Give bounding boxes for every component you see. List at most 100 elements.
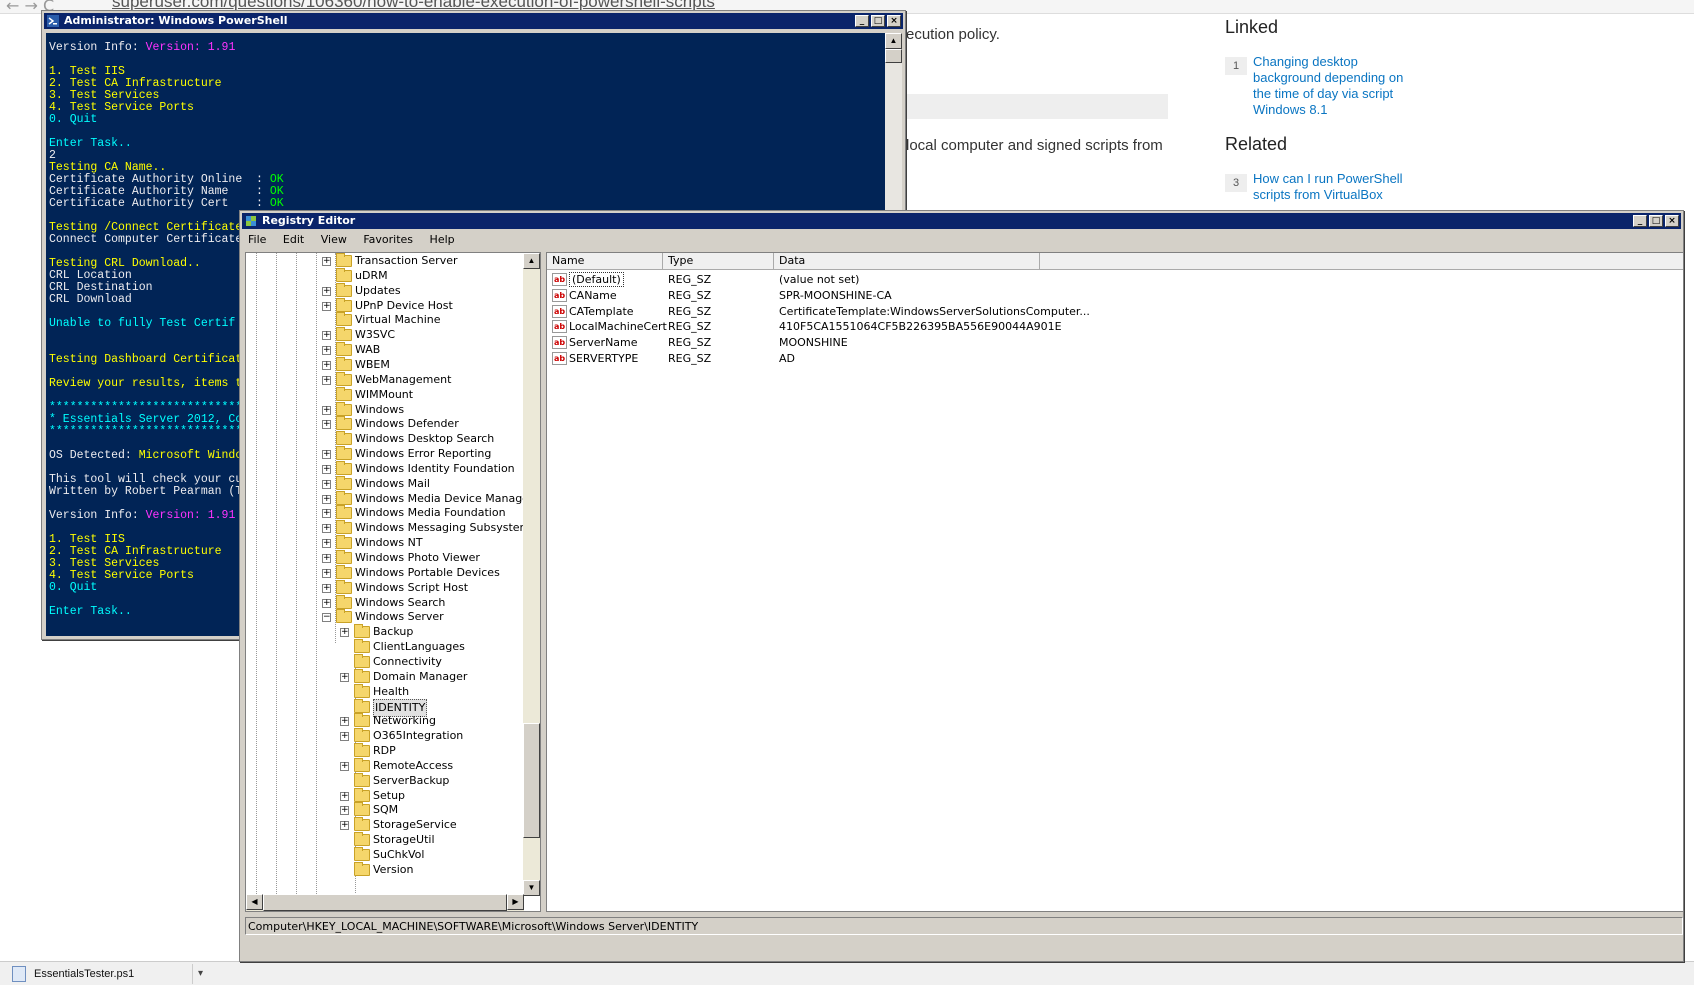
tree-node-label: WebManagement — [355, 372, 452, 386]
value-data: 410F5CA1551064CF5B226395BA556E90044A901E — [779, 320, 1062, 334]
tree-horizontal-scrollbar[interactable]: ◀ ▶ — [246, 894, 524, 911]
registry-value-row[interactable]: ab (Default) REG_SZ (value not set) — [547, 272, 1683, 288]
expand-icon[interactable]: + — [322, 331, 331, 341]
console-text: Review your results, items t — [49, 377, 243, 390]
menu-favorites[interactable]: Favorites — [363, 233, 413, 246]
expand-icon[interactable]: + — [322, 509, 331, 519]
tree-node-label: Windows Search — [355, 595, 446, 609]
scroll-left-button[interactable]: ◀ — [246, 894, 263, 910]
expand-icon[interactable]: + — [322, 554, 331, 563]
value-type: REG_SZ — [668, 320, 712, 334]
folder-icon — [336, 431, 352, 446]
tree-node-label: WIMMount — [355, 387, 414, 401]
download-item[interactable]: EssentialsTester.ps1 ▾ — [12, 964, 204, 984]
expand-icon[interactable]: + — [322, 494, 331, 504]
registry-value-row[interactable]: ab CATemplate REG_SZ CertificateTemplate:Wi… — [547, 304, 1683, 320]
expand-icon[interactable]: + — [340, 761, 349, 771]
expand-icon[interactable]: + — [322, 420, 331, 430]
tree-vertical-scrollbar[interactable]: ▲ ▼ — [523, 253, 540, 896]
value-name: CATemplate — [569, 304, 634, 318]
string-value-icon: ab — [552, 304, 567, 318]
registry-editor-window[interactable]: Registry Editor _ □ × File Edit View Fav… — [239, 210, 1684, 962]
scroll-up-button[interactable]: ▲ — [885, 33, 902, 49]
expand-icon[interactable]: + — [340, 806, 349, 816]
chevron-down-icon[interactable]: ▾ — [192, 964, 203, 984]
tree-node-label: Windows Media Device Manager — [355, 491, 534, 505]
expand-icon[interactable]: + — [322, 479, 331, 489]
column-header-data[interactable]: Data — [774, 253, 1040, 270]
expand-icon[interactable]: + — [322, 539, 331, 549]
scroll-down-button[interactable]: ▼ — [523, 880, 540, 896]
expand-icon[interactable]: + — [340, 732, 349, 742]
expand-icon[interactable]: + — [322, 375, 331, 385]
tree-node-label: Windows Desktop Search — [355, 432, 495, 446]
maximize-button[interactable]: □ — [1649, 215, 1663, 227]
menu-help[interactable]: Help — [430, 233, 455, 246]
scroll-right-button[interactable]: ▶ — [507, 894, 524, 910]
registry-titlebar[interactable]: Registry Editor _ □ × — [242, 213, 1681, 229]
value-type: REG_SZ — [668, 304, 712, 318]
expand-icon[interactable]: + — [322, 524, 331, 534]
tree-node-label: StorageUtil — [373, 833, 435, 847]
console-line: Enter Task.. — [49, 138, 886, 150]
expand-icon[interactable]: + — [322, 301, 331, 311]
linked-question-link[interactable]: Changing desktop background depending on… — [1253, 54, 1413, 118]
expand-icon[interactable]: + — [322, 286, 331, 296]
column-header-name[interactable]: Name — [547, 253, 663, 270]
menu-view[interactable]: View — [321, 233, 347, 246]
powershell-icon — [47, 15, 59, 27]
registry-key-tree[interactable]: + Transaction Server uDRM + Updates + UPnP Dev… — [245, 252, 541, 912]
minimize-button[interactable]: _ — [1633, 215, 1647, 227]
folder-icon — [336, 550, 352, 564]
minimize-button[interactable]: _ — [855, 15, 869, 27]
scroll-up-button[interactable]: ▲ — [523, 253, 540, 269]
maximize-button[interactable]: □ — [871, 15, 885, 27]
linked-heading: Linked — [1225, 17, 1279, 37]
folder-icon — [336, 505, 352, 520]
registry-editor-icon — [246, 216, 256, 226]
expand-icon[interactable]: + — [340, 672, 349, 682]
expand-icon[interactable]: + — [340, 717, 349, 727]
menu-file[interactable]: File — [248, 233, 266, 246]
close-button[interactable]: × — [887, 15, 901, 27]
registry-value-row[interactable]: ab ServerName REG_SZ MOONSHINE — [547, 335, 1683, 351]
expand-icon[interactable]: + — [322, 257, 331, 266]
expand-icon[interactable]: + — [340, 628, 349, 638]
expand-icon[interactable]: + — [322, 346, 331, 356]
string-value-icon: ab — [552, 336, 567, 350]
folder-icon — [336, 356, 352, 371]
tree-node-label: RDP — [373, 744, 396, 758]
expand-icon[interactable]: + — [322, 405, 331, 415]
expand-icon[interactable]: + — [322, 464, 331, 474]
tree-node-label: Windows Server — [355, 610, 444, 624]
registry-value-row[interactable]: ab SERVERTYPE REG_SZ AD — [547, 351, 1683, 367]
registry-value-row[interactable]: ab CAName REG_SZ SPR-MOONSHINE-CA — [547, 288, 1683, 304]
console-line: 2 — [49, 150, 886, 162]
scroll-thumb[interactable] — [885, 49, 902, 63]
expand-icon[interactable]: + — [322, 360, 331, 370]
expand-icon[interactable]: + — [340, 821, 349, 831]
registry-value-row[interactable]: ab LocalMachineCert REG_SZ 410F5CA1551064CF… — [547, 319, 1683, 335]
scroll-thumb[interactable] — [263, 894, 507, 911]
folder-icon — [336, 297, 352, 312]
scroll-thumb[interactable] — [523, 723, 540, 838]
expand-icon[interactable]: + — [340, 791, 349, 801]
folder-icon — [354, 683, 370, 698]
expand-icon[interactable]: + — [322, 598, 331, 608]
console-line: 2. Test CA Infrastructure — [49, 78, 886, 90]
tree-node-label: Windows NT — [355, 536, 423, 550]
tree-node-label: Domain Manager — [373, 669, 468, 683]
column-header-type[interactable]: Type — [663, 253, 774, 270]
related-question-link[interactable]: How can I run PowerShell scripts from Vi… — [1253, 171, 1413, 203]
expand-icon[interactable]: + — [322, 583, 331, 593]
close-button[interactable]: × — [1665, 215, 1679, 227]
menu-edit[interactable]: Edit — [283, 233, 304, 246]
registry-values-list[interactable]: Name Type Data ab (Default) REG_SZ (value n… — [546, 252, 1684, 912]
powershell-titlebar[interactable]: Administrator: Windows PowerShell _ □ × — [44, 13, 903, 29]
folder-icon — [336, 253, 352, 267]
value-name: ServerName — [569, 336, 638, 350]
expand-icon[interactable]: + — [322, 568, 331, 578]
download-bar: EssentialsTester.ps1 ▾ — [0, 961, 1694, 985]
expand-icon[interactable]: + — [322, 450, 331, 460]
collapse-icon[interactable]: − — [322, 613, 331, 623]
